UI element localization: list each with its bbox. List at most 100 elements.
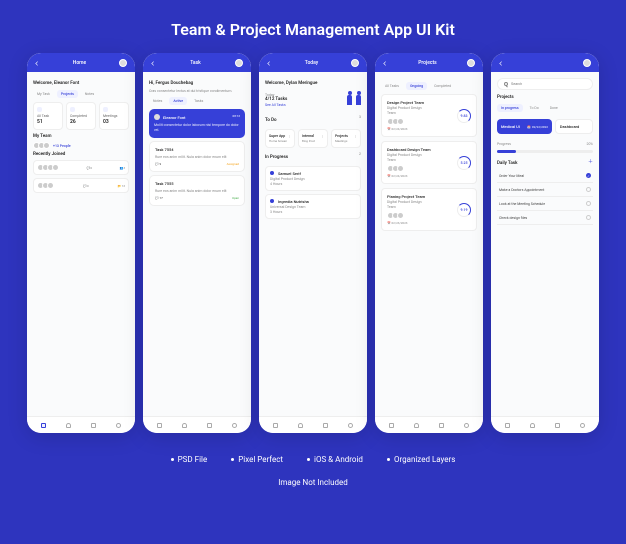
- nav-calendar[interactable]: [323, 422, 329, 428]
- nav-profile[interactable]: [464, 422, 470, 428]
- calendar-icon: [103, 107, 108, 112]
- nav-notifications[interactable]: [414, 422, 420, 428]
- daily-item[interactable]: Check design files: [497, 211, 593, 225]
- nav-profile[interactable]: [116, 422, 122, 428]
- progress-item[interactable]: Samuel Serif Digital Product Design 4 Ho…: [265, 166, 361, 191]
- back-icon[interactable]: [35, 61, 39, 65]
- home-icon: [41, 423, 46, 428]
- tab-all[interactable]: All Tasks: [381, 82, 403, 90]
- nav-profile[interactable]: [232, 422, 238, 428]
- project-card[interactable]: Design Project Team Digital Product Desi…: [381, 94, 477, 137]
- home-icon: [505, 423, 510, 428]
- nav-calendar[interactable]: [207, 422, 213, 428]
- project-chip[interactable]: Medical UI 📅 02/22/2023: [497, 119, 552, 134]
- header: Home: [27, 53, 135, 72]
- stat-meetings[interactable]: Meetings 03: [99, 102, 129, 130]
- tab-notes[interactable]: Notes: [149, 97, 166, 105]
- nav-home[interactable]: [157, 422, 163, 428]
- project-chip[interactable]: Dashboard: [555, 119, 593, 134]
- tab-done[interactable]: Done: [546, 104, 562, 112]
- check-icon[interactable]: ✓: [586, 173, 591, 178]
- stat-label: Meetings: [103, 114, 125, 118]
- joined-row[interactable]: 💬0 👥3: [33, 160, 129, 175]
- tab-inprogress[interactable]: In progress: [497, 104, 523, 112]
- joined-row[interactable]: 💬0 📂13: [33, 178, 129, 193]
- dot-icon: [270, 199, 274, 203]
- status-open: Open: [232, 196, 239, 200]
- nav-notifications[interactable]: [530, 422, 536, 428]
- team-avatars: [387, 118, 457, 125]
- nav-home[interactable]: [273, 422, 279, 428]
- todo-item[interactable]: ⋮InternalBlog Post: [298, 129, 328, 148]
- home-icon: [389, 423, 394, 428]
- add-task-button[interactable]: ＋: [588, 158, 593, 169]
- stat-completed[interactable]: Completed 26: [66, 102, 96, 130]
- avatar[interactable]: [119, 59, 127, 67]
- dots-icon[interactable]: ⋮: [321, 134, 324, 138]
- nav-profile[interactable]: [580, 422, 586, 428]
- avatar[interactable]: [351, 59, 359, 67]
- search-bar[interactable]: [497, 78, 593, 90]
- back-icon[interactable]: [151, 61, 155, 65]
- stat-all[interactable]: All Task 51: [33, 102, 63, 130]
- bell-icon: [66, 423, 71, 428]
- bottom-nav: [27, 416, 135, 433]
- back-icon[interactable]: [499, 61, 503, 65]
- tab-todo[interactable]: To Do: [526, 104, 543, 112]
- nav-home[interactable]: [41, 422, 47, 428]
- person-name: Ingredia Nutrisha: [278, 199, 309, 204]
- avatar: [43, 142, 50, 149]
- tab-projects[interactable]: Projects: [57, 90, 78, 98]
- back-icon[interactable]: [267, 61, 271, 65]
- daily-item[interactable]: Look at the Meeting Schedule: [497, 197, 593, 211]
- nav-home[interactable]: [389, 422, 395, 428]
- phone-today: Today Welcome, Dylan Meringue Today 4/12…: [259, 53, 367, 433]
- checkbox-empty[interactable]: [586, 201, 591, 206]
- dots-icon[interactable]: ⋮: [288, 134, 291, 138]
- nav-home[interactable]: [505, 422, 511, 428]
- progress-ring: 9.83: [457, 109, 471, 123]
- tab-tasks[interactable]: Tasks: [190, 97, 207, 105]
- project-name: Dashboard: [560, 124, 579, 129]
- back-icon[interactable]: [383, 61, 387, 65]
- avatar[interactable]: [235, 59, 243, 67]
- project-card[interactable]: Planing Project Team Digital Product Des…: [381, 188, 477, 231]
- team-avatars[interactable]: +13 People: [33, 142, 129, 149]
- task-meta: Rure eos anim milit. Nula anim dolor enu…: [155, 189, 239, 193]
- nav-profile[interactable]: [348, 422, 354, 428]
- todo-item[interactable]: ⋮ProjectsMeetings: [331, 129, 361, 148]
- daily-item[interactable]: Make a Doctors Appointment: [497, 183, 593, 197]
- tab-mytask[interactable]: My Task: [33, 90, 54, 98]
- nav-calendar[interactable]: [555, 422, 561, 428]
- item-sub: Meetings: [335, 139, 357, 143]
- team-avatars: [387, 212, 457, 219]
- see-all-link[interactable]: See All Tasks: [265, 103, 287, 107]
- project-team-label: Team: [387, 205, 457, 209]
- avatar[interactable]: [467, 59, 475, 67]
- todo-item[interactable]: ⋮Super AppHome Screen: [265, 129, 295, 148]
- dots-icon[interactable]: ⋮: [354, 134, 357, 138]
- progress-item[interactable]: Ingredia Nutrisha Universal Design Team …: [265, 194, 361, 219]
- tab-active[interactable]: Active: [169, 97, 187, 105]
- tabs: In progress To Do Done: [497, 104, 593, 112]
- checkbox-empty[interactable]: [586, 215, 591, 220]
- nav-notifications[interactable]: [298, 422, 304, 428]
- tab-ongoing[interactable]: Ongoing: [406, 82, 427, 90]
- task-item[interactable]: Task 7554 Rure eos anim milit. Nula anim…: [149, 141, 245, 172]
- phones-container: Home Welcome, Eleanor Font My Task Proje…: [27, 53, 599, 433]
- nav-calendar[interactable]: [439, 422, 445, 428]
- tab-notes[interactable]: Notes: [81, 90, 98, 98]
- project-card[interactable]: Dashboard Design Team Digital Product De…: [381, 141, 477, 184]
- featured-task-card[interactable]: Eleanor Font 08:13 Mollit consectetur do…: [149, 109, 245, 138]
- task-item[interactable]: Task 7555 Rure eos anim milit. Nula anim…: [149, 175, 245, 206]
- tabs: Notes Active Tasks: [149, 97, 245, 105]
- nav-notifications[interactable]: [66, 422, 72, 428]
- nav-calendar[interactable]: [91, 422, 97, 428]
- nav-notifications[interactable]: [182, 422, 188, 428]
- phone-home: Home Welcome, Eleanor Font My Task Proje…: [27, 53, 135, 433]
- checkbox-empty[interactable]: [586, 187, 591, 192]
- avatar[interactable]: [583, 59, 591, 67]
- daily-item[interactable]: Order Your Meal✓: [497, 169, 593, 183]
- search-input[interactable]: [511, 82, 586, 86]
- tab-completed[interactable]: Completed: [430, 82, 455, 90]
